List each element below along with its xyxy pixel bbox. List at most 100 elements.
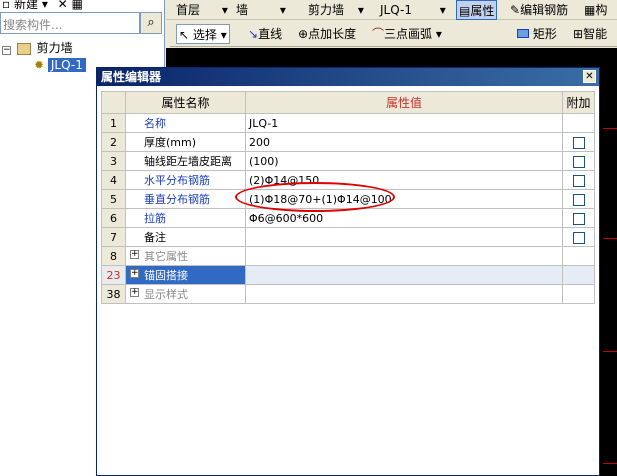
point-length-tool-button[interactable]: ⊕点加长度 <box>298 24 356 44</box>
copy-icon[interactable]: ▦ <box>72 0 83 11</box>
extra-cell[interactable] <box>562 151 595 171</box>
property-row[interactable]: 3 轴线距左墙皮距离 (100) <box>101 151 595 171</box>
type-select[interactable]: 剪力墙 ▾ <box>308 0 364 20</box>
category-select[interactable]: 墙 ▾ <box>236 0 286 20</box>
smart-icon: ⊞ <box>573 27 584 41</box>
extra-checkbox[interactable] <box>572 155 585 168</box>
row-number: 38 <box>101 284 126 304</box>
extra-cell[interactable] <box>562 208 595 228</box>
property-value[interactable] <box>245 246 563 266</box>
properties-label: 属性 <box>470 4 495 18</box>
property-value[interactable]: 200 <box>245 132 563 152</box>
row-number: 1 <box>101 113 126 133</box>
tree-child-label: JLQ-1 <box>47 58 86 72</box>
property-row[interactable]: 7 备注 <box>101 227 595 247</box>
extra-cell[interactable] <box>562 189 595 209</box>
extra-checkbox[interactable] <box>572 231 585 244</box>
property-name[interactable]: 轴线距左墙皮距离 <box>125 151 246 171</box>
component-list-button[interactable]: ▦构 <box>584 0 607 20</box>
property-name-label: 备注 <box>144 231 166 244</box>
property-name-label: 显示样式 <box>144 288 188 301</box>
select-label: 选择 <box>192 28 217 42</box>
dropdown-arrow-icon: ▾ <box>41 0 48 11</box>
search-input[interactable]: 搜索构件... <box>0 12 140 34</box>
property-name-label: 拉筋 <box>144 212 166 225</box>
property-row[interactable]: 8 + 其它属性 <box>101 246 595 266</box>
component-list-label: 构 <box>595 3 608 17</box>
row-number: 6 <box>101 208 126 228</box>
property-row[interactable]: 38 + 显示样式 <box>101 284 595 304</box>
property-value[interactable]: (1)Φ18@70+(1)Φ14@100 <box>245 189 563 209</box>
property-value[interactable]: (100) <box>245 151 563 171</box>
point-length-label: 点加长度 <box>308 27 357 41</box>
rect-tool-button[interactable]: 矩形 <box>517 24 557 44</box>
expand-icon[interactable]: + <box>130 250 139 259</box>
rect-icon <box>517 29 529 38</box>
extra-checkbox[interactable] <box>572 193 585 206</box>
delete-icon[interactable]: ✕ <box>58 0 68 11</box>
type-value: 剪力墙 <box>308 3 345 17</box>
extra-checkbox[interactable] <box>572 212 585 225</box>
property-row[interactable]: 23 + 锚固搭接 <box>101 265 595 285</box>
tree-root-item[interactable]: − 剪力墙 <box>2 40 73 56</box>
line-tool-button[interactable]: ↘直线 <box>248 24 282 44</box>
close-button[interactable]: ✕ <box>583 70 596 83</box>
property-name[interactable]: 名称 <box>125 113 246 133</box>
edit-rebar-icon: ✎ <box>510 3 521 17</box>
chevron-down-icon: ▾ <box>439 3 446 17</box>
property-name-label: 其它属性 <box>144 250 188 263</box>
property-name[interactable]: + 其它属性 <box>125 246 246 266</box>
extra-cell <box>562 113 595 133</box>
smart-tool-button[interactable]: ⊞智能 <box>573 24 607 44</box>
properties-button[interactable]: ▤属性 <box>456 0 498 20</box>
extra-cell[interactable] <box>562 132 595 152</box>
property-row[interactable]: 4 水平分布钢筋 (2)Φ14@150 <box>101 170 595 190</box>
property-name[interactable]: + 显示样式 <box>125 284 246 304</box>
tree-root-label: 剪力墙 <box>36 41 73 55</box>
expand-icon[interactable]: + <box>130 269 139 278</box>
property-name[interactable]: 拉筋 <box>125 208 246 228</box>
arc-tool-button[interactable]: ⌒三点画弧 ▾ <box>372 24 442 44</box>
property-value[interactable] <box>245 227 563 247</box>
row-number: 2 <box>101 132 126 152</box>
property-value[interactable]: Φ6@600*600 <box>245 208 563 228</box>
property-name[interactable]: + 锚固搭接 <box>125 265 246 285</box>
chevron-down-icon: ▾ <box>357 3 364 17</box>
property-name-label: 轴线距左墙皮距离 <box>144 155 232 168</box>
property-row[interactable]: 6 拉筋 Φ6@600*600 <box>101 208 595 228</box>
property-value[interactable] <box>245 284 563 304</box>
canvas-axis-tick <box>603 351 617 352</box>
canvas-axis-tick <box>603 238 617 239</box>
property-row[interactable]: 5 垂直分布钢筋 (1)Φ18@70+(1)Φ14@100 <box>101 189 595 209</box>
property-row[interactable]: 1 名称 JLQ-1 <box>101 113 595 133</box>
extra-checkbox[interactable] <box>572 174 585 187</box>
edit-rebar-button[interactable]: ✎编辑钢筋 <box>510 0 568 20</box>
property-name-label: 厚度(mm) <box>144 136 197 149</box>
property-value[interactable] <box>245 265 563 285</box>
search-icon: ⌕ <box>147 15 155 30</box>
property-name[interactable]: 备注 <box>125 227 246 247</box>
property-name[interactable]: 厚度(mm) <box>125 132 246 152</box>
collapse-icon[interactable]: − <box>2 46 11 55</box>
property-value[interactable]: JLQ-1 <box>245 113 563 133</box>
expand-icon[interactable]: + <box>130 288 139 297</box>
component-select[interactable]: JLQ-1 ▾ <box>380 0 446 20</box>
canvas-axis-tick <box>603 128 617 129</box>
property-name[interactable]: 垂直分布钢筋 <box>125 189 246 209</box>
property-row[interactable]: 2 厚度(mm) 200 <box>101 132 595 152</box>
extra-checkbox[interactable] <box>572 136 585 149</box>
extra-cell[interactable] <box>562 170 595 190</box>
search-button[interactable]: ⌕ <box>140 12 162 34</box>
property-value[interactable]: (2)Φ14@150 <box>245 170 563 190</box>
extra-cell[interactable] <box>562 227 595 247</box>
row-number: 7 <box>101 227 126 247</box>
dialog-title-bar[interactable]: 属性编辑器 ✕ <box>97 68 599 86</box>
component-value: JLQ-1 <box>380 3 412 17</box>
floor-select[interactable]: 首层 ▾ <box>176 0 228 20</box>
cursor-icon: ↖ <box>179 28 190 42</box>
select-tool-button[interactable]: ↖ 选择 ▾ <box>176 24 230 44</box>
property-name[interactable]: 水平分布钢筋 <box>125 170 246 190</box>
property-name-label: 垂直分布钢筋 <box>144 193 210 206</box>
tree-child-item[interactable]: ✹ JLQ-1 <box>34 57 86 73</box>
new-icon: ▫ <box>2 0 11 11</box>
